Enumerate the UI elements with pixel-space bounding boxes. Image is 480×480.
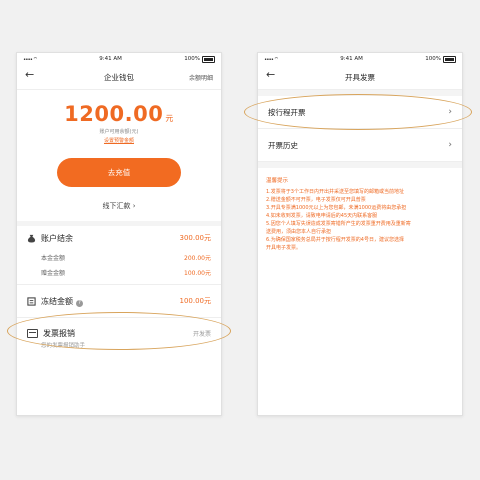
status-bar: •••• ⌔ 9:41 AM 100% bbox=[17, 53, 221, 65]
signal-icon: •••• ⌔ bbox=[23, 56, 38, 63]
menu-label: 按行程开票 bbox=[268, 107, 306, 117]
status-bar: •••• ⌔ 9:41 AM 100% bbox=[258, 53, 462, 65]
notice-line: 送费用，须由您本人自行承担 bbox=[266, 229, 332, 235]
frozen-amount-row[interactable]: 冻结金额? 100.00元 bbox=[17, 289, 221, 313]
nav-bar: ← 开具发票 bbox=[258, 65, 462, 90]
account-balance-value: 300.00元 bbox=[179, 234, 212, 242]
recharge-button[interactable]: 去充值 bbox=[57, 158, 181, 187]
signal-icon: •••• ⌔ bbox=[264, 56, 279, 63]
battery-indicator: 100% bbox=[425, 55, 456, 63]
wallet-screen: •••• ⌔ 9:41 AM 100% ← 企业钱包 余额明细 1200.00 元… bbox=[16, 52, 222, 416]
battery-percent: 100% bbox=[184, 56, 200, 62]
balance-unit: 元 bbox=[165, 114, 174, 123]
back-arrow-icon[interactable]: ← bbox=[266, 68, 275, 81]
divider bbox=[17, 317, 221, 318]
divider bbox=[17, 284, 221, 285]
available-balance-label: 账户可用余额(元) bbox=[99, 129, 139, 135]
frozen-label-text: 冻结金额 bbox=[41, 296, 73, 306]
set-alert-link[interactable]: 设置预警金额 bbox=[17, 137, 221, 144]
principal-value: 200.00元 bbox=[184, 255, 211, 262]
balance-detail-link[interactable]: 余额明细 bbox=[189, 73, 213, 82]
invoice-subtitle: 您的发票报销助手 bbox=[41, 343, 86, 349]
status-time: 9:41 AM bbox=[99, 56, 122, 62]
frozen-amount-value: 100.00元 bbox=[179, 297, 212, 305]
money-bag-icon bbox=[27, 234, 36, 243]
bonus-row: 赠金金额 100.00元 bbox=[17, 265, 221, 280]
page-title: 开具发票 bbox=[345, 72, 375, 82]
notice-line: 2.赠送金额不可开票，电子发票仅可开具普票 bbox=[266, 197, 366, 203]
notice-line: 开具电子发票。 bbox=[266, 245, 302, 251]
issue-invoice-link[interactable]: 开发票 bbox=[193, 329, 211, 338]
notice-line: 6.为确保国家税务总局并于按行程开发票的4号日，建议您选择 bbox=[266, 237, 404, 243]
back-arrow-icon[interactable]: ← bbox=[25, 68, 34, 81]
notice-block: 温馨提示 1.发票将于3个工作日内开出并采送至您填写的邮箱或当前地址 2.赠送金… bbox=[258, 168, 462, 260]
invoice-label: 发票报销 bbox=[43, 329, 75, 338]
status-time: 9:41 AM bbox=[340, 56, 363, 62]
balance-value: 1200.00 bbox=[64, 102, 164, 126]
notice-title: 温馨提示 bbox=[266, 178, 289, 184]
battery-indicator: 100% bbox=[184, 55, 215, 63]
account-balance-label: 账户结余 bbox=[41, 233, 73, 243]
invoice-card-icon bbox=[27, 329, 38, 338]
offline-remittance-link[interactable]: 线下汇款 › bbox=[17, 201, 221, 211]
battery-percent: 100% bbox=[425, 56, 441, 62]
frozen-amount-label: 冻结金额? bbox=[41, 296, 180, 307]
nav-bar: ← 企业钱包 余额明细 bbox=[17, 65, 221, 90]
balance-amount: 1200.00 元 bbox=[17, 102, 221, 126]
invoice-reimbursement-row[interactable]: 发票报销 开发票 您的发票报销助手 bbox=[17, 328, 221, 349]
battery-icon bbox=[443, 55, 456, 63]
help-icon[interactable]: ? bbox=[76, 299, 83, 307]
invoice-by-trip-item[interactable]: 按行程开票 › bbox=[258, 96, 462, 129]
chevron-right-icon: › bbox=[448, 140, 452, 150]
menu-label: 开票历史 bbox=[268, 140, 298, 150]
notice-line: 1.发票将于3个工作日内开出并采送至您填写的邮箱或当前地址 bbox=[266, 189, 404, 195]
notice-line: 4.如未收到发票，请致电申请后的45天内联系客服 bbox=[266, 213, 378, 219]
invoice-history-item[interactable]: 开票历史 › bbox=[258, 129, 462, 162]
frozen-icon bbox=[27, 296, 36, 306]
account-balance-row[interactable]: 账户结余 300.00元 bbox=[17, 226, 221, 250]
notice-line: 3.开具专票满1000元以上为您包邮，未满1000运费将由您承担 bbox=[266, 205, 407, 211]
principal-label: 本金金额 bbox=[41, 255, 66, 262]
battery-icon bbox=[202, 55, 215, 63]
principal-row: 本金金额 200.00元 bbox=[17, 250, 221, 265]
notice-line: 5.因您个人填写失误造成发票寄错所产生的发票重开费用及重新寄 bbox=[266, 221, 411, 227]
chevron-right-icon: › bbox=[448, 107, 452, 117]
bonus-value: 100.00元 bbox=[184, 270, 211, 277]
balance-area: 1200.00 元 账户可用余额(元) 设置预警金额 bbox=[17, 90, 221, 144]
issue-invoice-screen: •••• ⌔ 9:41 AM 100% ← 开具发票 按行程开票 › 开票历史 … bbox=[257, 52, 463, 416]
bonus-label: 赠金金额 bbox=[41, 270, 66, 277]
